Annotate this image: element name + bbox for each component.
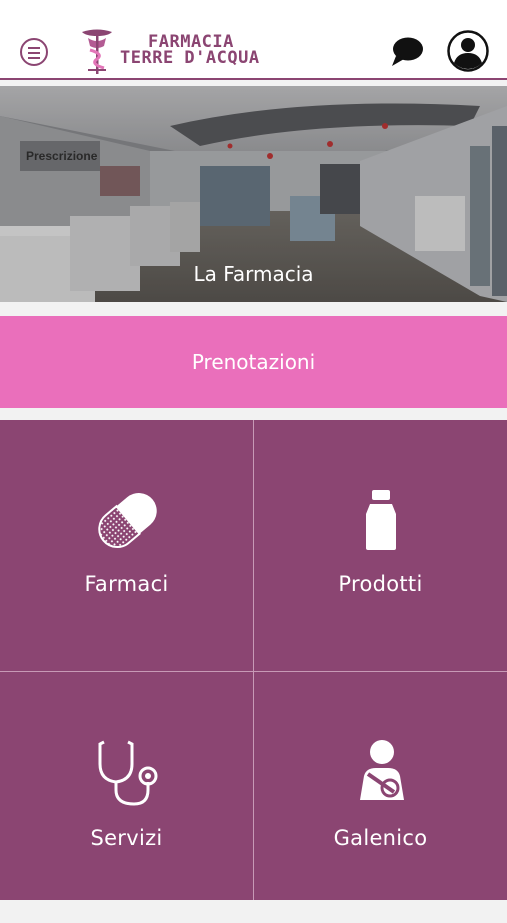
injured-person-icon	[360, 740, 404, 800]
tile-label: Farmaci	[84, 572, 169, 596]
stethoscope-icon	[98, 740, 158, 806]
tile-label: Galenico	[333, 826, 428, 850]
tile-galenico[interactable]: Galenico	[254, 672, 507, 923]
bottle-icon	[366, 490, 396, 550]
chat-bubble-icon[interactable]	[390, 36, 424, 68]
tile-label: Servizi	[90, 826, 163, 850]
hero-banner[interactable]: Prescrizione La Farmacia	[0, 86, 507, 302]
tile-farmaci[interactable]: Farmaci	[0, 420, 253, 671]
tile-label: Prodotti	[338, 572, 423, 596]
category-grid: Farmaci Prodotti Servizi Galenico	[0, 420, 507, 900]
app-header: FARMACIA TERRE D'ACQUA	[0, 0, 507, 78]
header-divider	[0, 78, 507, 80]
booking-button[interactable]: Prenotazioni	[0, 316, 507, 408]
tile-prodotti[interactable]: Prodotti	[254, 420, 507, 671]
pill-capsule-icon	[98, 493, 157, 548]
brand-logo: FARMACIA TERRE D'ACQUA	[78, 26, 278, 76]
user-profile-icon[interactable]	[447, 30, 489, 72]
booking-label: Prenotazioni	[191, 350, 316, 374]
tile-servizi[interactable]: Servizi	[0, 672, 253, 923]
caduceus-logo-icon	[82, 29, 112, 74]
pharmacy-interior-image: Prescrizione	[0, 86, 507, 302]
brand-name-line2: TERRE D'ACQUA	[120, 48, 260, 68]
menu-icon[interactable]	[20, 38, 48, 66]
